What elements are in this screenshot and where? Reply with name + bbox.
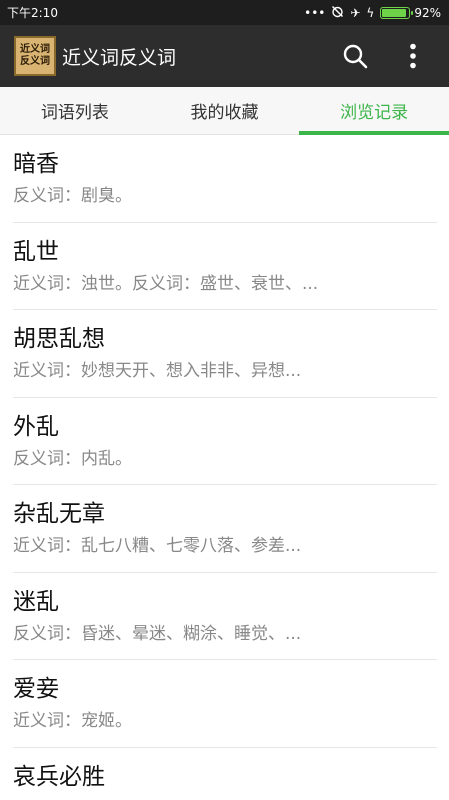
battery-icon	[380, 6, 414, 19]
battery-percent: 92%	[414, 5, 441, 20]
status-bar: 下午2:10 ••• ✈ ϟ 92%	[0, 0, 449, 25]
tab-history[interactable]: 浏览记录	[299, 87, 449, 135]
list-item-detail: 近义词：宠姬。	[13, 711, 132, 731]
list-item[interactable]: 迷乱 反义词：昏迷、晕迷、糊涂、睡觉、...	[13, 573, 437, 660]
tab-label: 词语列表	[40, 103, 109, 123]
search-button[interactable]	[333, 34, 377, 78]
battery-indicator: 92%	[380, 6, 441, 20]
list-item[interactable]: 哀兵必胜	[13, 748, 437, 800]
list-item-detail: 近义词：浊世。反义词：盛世、衰世、...	[13, 273, 319, 294]
tab-label: 我的收藏	[190, 103, 259, 123]
list-item[interactable]: 暗香 反义词：剧臭。	[13, 135, 437, 223]
list-item[interactable]: 胡思乱想 近义词：妙想天开、想入非非、异想...	[13, 310, 437, 398]
list-item-word: 迷乱	[13, 588, 59, 615]
app-bar: 近义词 反义词 近义词反义词	[0, 25, 449, 87]
list-item-detail: 近义词：乱七八糟、七零八落、参差...	[13, 536, 302, 556]
list-item-word: 胡思乱想	[13, 326, 105, 352]
list-item-word: 杂乱无章	[13, 501, 105, 527]
list-item-detail: 近义词：妙想天开、想入非非、异想...	[13, 361, 302, 381]
status-time: 下午2:10	[7, 6, 58, 20]
list-item-word: 外乱	[13, 413, 59, 440]
alarm-off-icon	[331, 5, 344, 20]
search-icon	[343, 44, 368, 69]
list-item-detail: 反义词：剧臭。	[13, 186, 132, 206]
app-logo-line2: 反义词	[20, 56, 50, 67]
list-item-word: 暗香	[13, 151, 59, 177]
status-icons: ••• ✈ ϟ 92%	[304, 5, 441, 20]
list-item[interactable]: 外乱 反义词：内乱。	[13, 398, 437, 485]
list-item[interactable]: 乱世 近义词：浊世。反义词：盛世、衰世、...	[13, 223, 437, 310]
list-item-word: 哀兵必胜	[13, 763, 105, 790]
tab-bar: 词语列表 我的收藏 浏览记录	[0, 87, 449, 135]
charging-icon: ϟ	[366, 5, 375, 20]
app-logo: 近义词 反义词	[14, 36, 56, 76]
list-item[interactable]: 杂乱无章 近义词：乱七八糟、七零八落、参差...	[13, 485, 437, 573]
list-item-word: 乱世	[13, 238, 59, 265]
more-vert-icon	[410, 43, 416, 69]
app-logo-line1: 近义词	[20, 44, 50, 55]
list-item-word: 爱妾	[13, 676, 59, 702]
tab-word-list[interactable]: 词语列表	[0, 87, 150, 134]
tab-label: 浏览记录	[340, 103, 409, 123]
airplane-icon: ✈	[350, 5, 361, 20]
list-item-detail: 反义词：内乱。	[13, 448, 132, 469]
history-list: 暗香 反义词：剧臭。 乱世 近义词：浊世。反义词：盛世、衰世、... 胡思乱想 …	[0, 135, 449, 800]
overflow-menu-button[interactable]	[391, 34, 435, 78]
tab-favorites[interactable]: 我的收藏	[150, 87, 300, 134]
list-item[interactable]: 爱妾 近义词：宠姬。	[13, 660, 437, 748]
battery-fill	[382, 8, 407, 17]
app-title: 近义词反义词	[62, 46, 177, 69]
list-item-detail: 反义词：昏迷、晕迷、糊涂、睡觉、...	[13, 623, 302, 644]
more-dots-icon: •••	[304, 5, 326, 20]
